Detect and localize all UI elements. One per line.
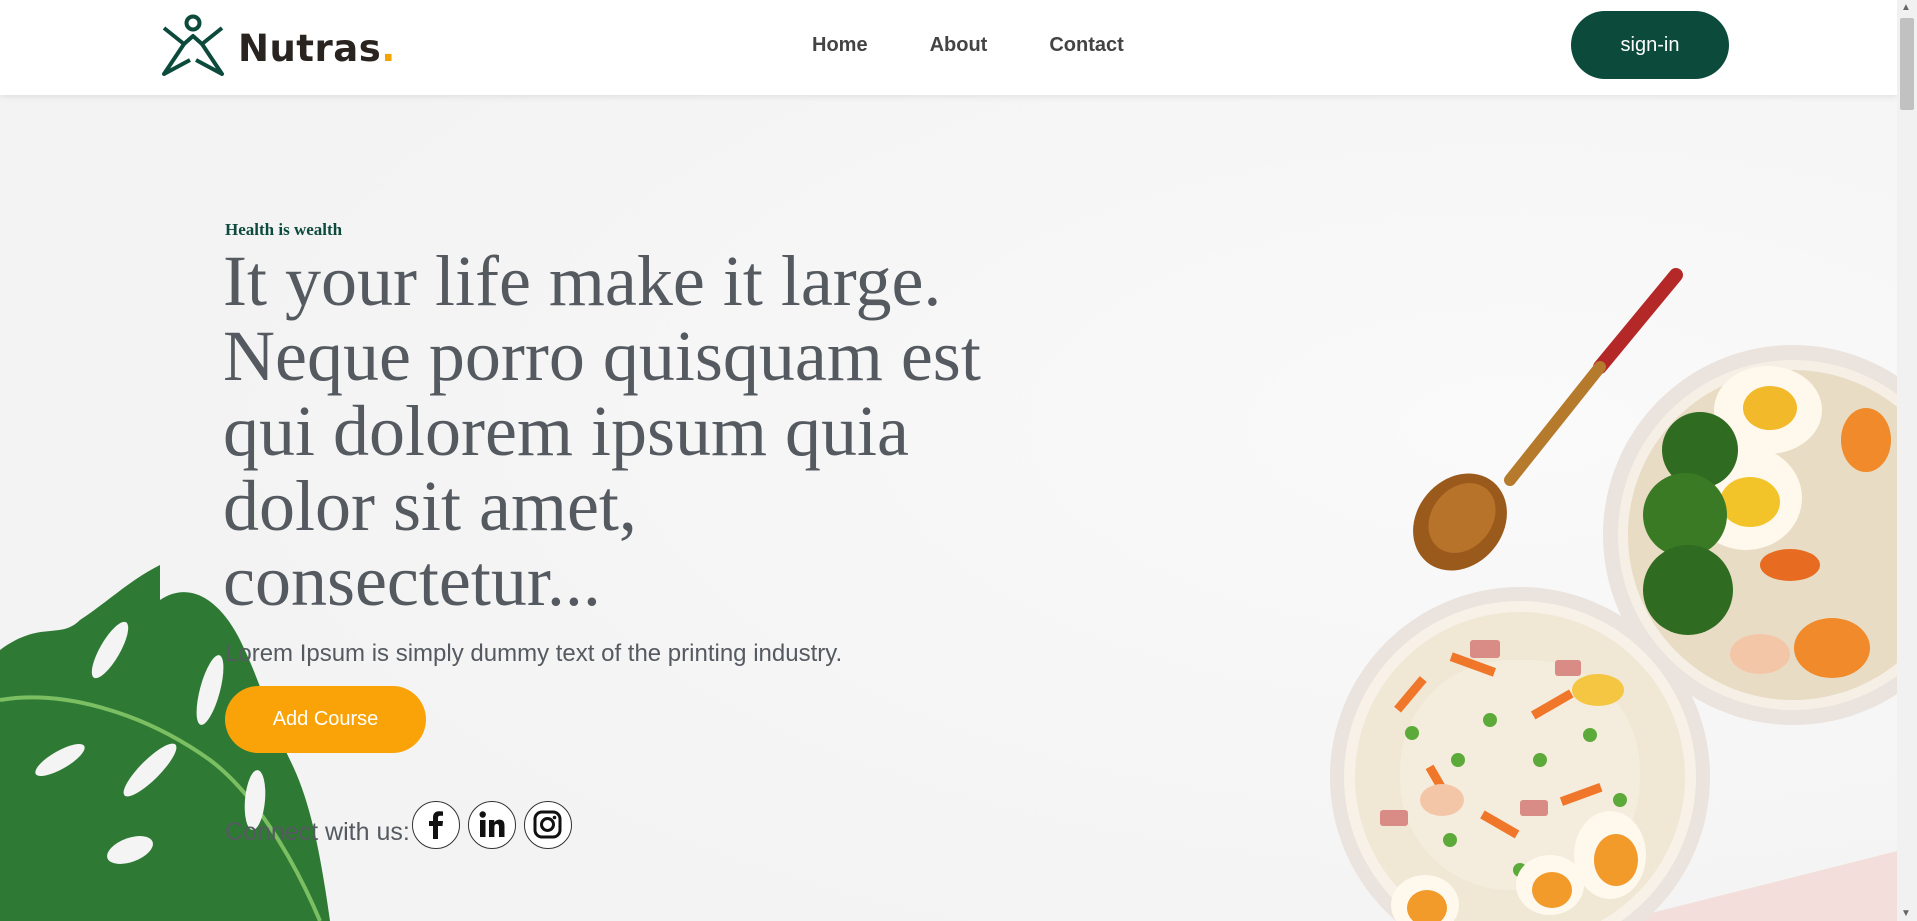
logo-icon	[162, 14, 224, 76]
brand-dot: .	[381, 26, 396, 70]
scroll-thumb[interactable]	[1900, 18, 1914, 110]
main-nav: Home About Contact	[812, 34, 1186, 57]
sign-in-button[interactable]: sign-in	[1571, 11, 1729, 79]
page-scrollbar[interactable]: ▲ ▼	[1897, 0, 1917, 921]
add-course-button[interactable]: Add Course	[225, 686, 426, 753]
instagram-icon	[533, 810, 562, 839]
facebook-icon	[429, 811, 443, 839]
nav-home[interactable]: Home	[812, 34, 868, 57]
nav-contact[interactable]: Contact	[1049, 34, 1123, 57]
nav-about[interactable]: About	[930, 34, 988, 57]
connect-label: Connect with us:	[225, 818, 410, 846]
brand-name: Nutras.	[238, 26, 396, 70]
scroll-up-icon[interactable]: ▲	[1901, 2, 1911, 13]
linkedin-icon	[479, 811, 505, 837]
scroll-down-icon[interactable]: ▼	[1901, 908, 1911, 919]
top-navbar: Nutras. Home About Contact sign-in	[0, 0, 1897, 95]
instagram-link[interactable]	[524, 801, 572, 849]
hero-subtext: Lorem Ipsum is simply dummy text of the …	[225, 640, 843, 667]
hero-tagline: Health is wealth	[225, 220, 343, 239]
linkedin-link[interactable]	[468, 801, 516, 849]
hero-headline: It your life make it large. Neque porro …	[223, 241, 981, 621]
brand-logo[interactable]: Nutras.	[160, 14, 396, 82]
facebook-link[interactable]	[412, 801, 460, 849]
